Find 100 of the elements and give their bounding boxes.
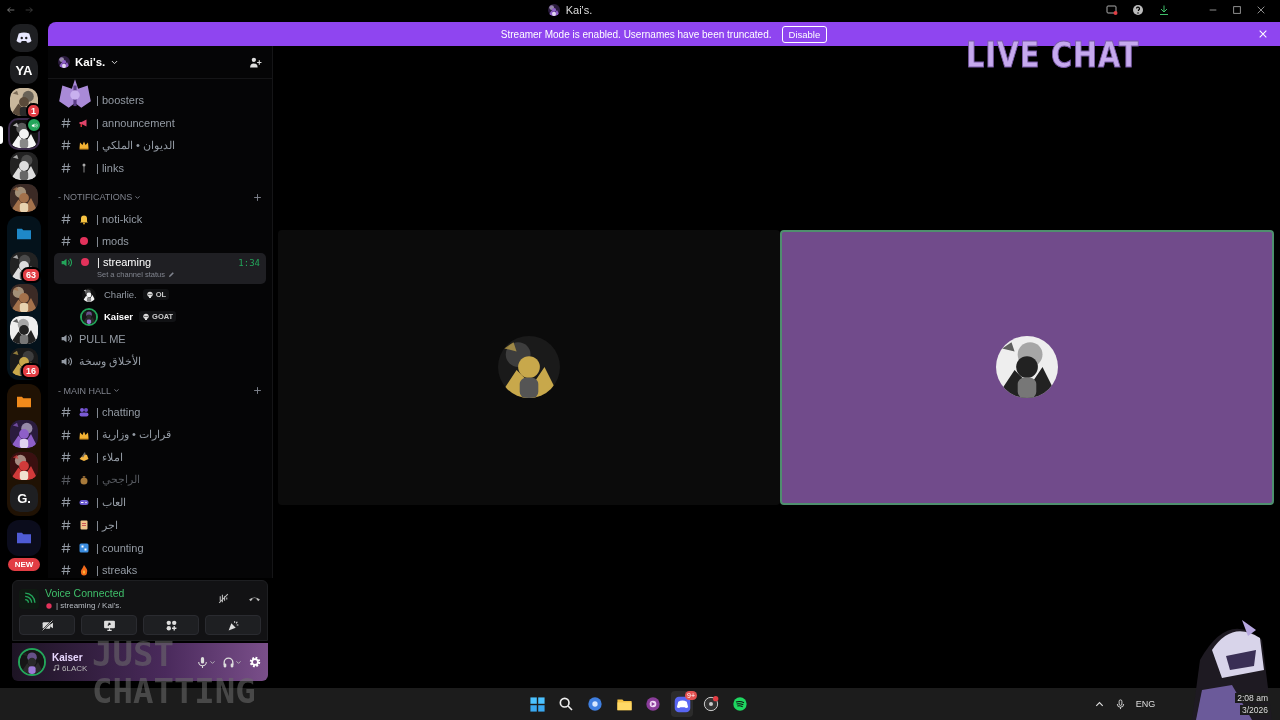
sound-wave-icon (732, 696, 748, 712)
channel-item[interactable]: | املاء (54, 445, 266, 469)
headphones-button[interactable] (222, 655, 242, 669)
channel-item[interactable]: | streaks (54, 558, 266, 578)
channel-item[interactable]: PULL ME (54, 327, 266, 351)
disable-button[interactable]: Disable (781, 25, 828, 43)
selection-indicator (0, 126, 3, 144)
hash-icon (60, 496, 72, 509)
channel-item[interactable]: الأخلاق وسخة (54, 350, 266, 373)
help-icon[interactable] (1132, 4, 1144, 16)
hash-icon (60, 428, 72, 441)
server-icon[interactable] (10, 420, 38, 448)
plus-icon[interactable] (253, 386, 262, 396)
signal-icon (22, 592, 36, 605)
globe-icon (587, 696, 603, 712)
aperture-icon (703, 696, 719, 712)
chevron-down-icon (235, 658, 242, 666)
channel-item[interactable]: | counting (54, 536, 266, 559)
hash-icon (60, 564, 72, 577)
maximize-icon[interactable] (1232, 5, 1242, 15)
overlay-caption: CHATTING (92, 673, 256, 710)
category-header[interactable]: - NOTIFICATIONS (58, 192, 133, 203)
screen-share-button[interactable] (81, 615, 137, 635)
noise-suppression-icon[interactable] (217, 592, 230, 605)
overlay-title: LIVE CHAT (966, 34, 1140, 75)
download-icon[interactable] (1158, 4, 1170, 16)
fire-icon (78, 564, 90, 577)
language-indicator[interactable]: ENG (1135, 699, 1156, 709)
channel-item[interactable]: | العاب (54, 491, 266, 514)
pencil-icon (167, 270, 175, 278)
money-bag-icon (78, 473, 90, 486)
activities-button[interactable] (143, 615, 199, 635)
hash-icon (60, 235, 72, 248)
skull-icon (145, 290, 154, 299)
search-icon (558, 696, 574, 712)
server-icon[interactable] (10, 184, 38, 212)
channel-item[interactable]: | اجر (54, 513, 266, 537)
channel-item[interactable]: | noti-kick (54, 207, 266, 230)
circle-icon (45, 601, 53, 610)
hash-icon (60, 473, 72, 486)
channel-item[interactable]: | announcement (54, 111, 266, 135)
call-timer: 1:34 (238, 257, 260, 268)
soundboard-button[interactable] (205, 615, 261, 635)
banner-message: Streamer Mode is enabled. Usernames have been truncated. (500, 28, 772, 40)
server-icon[interactable] (10, 284, 38, 312)
hash-icon (60, 541, 72, 554)
skull-icon (142, 312, 151, 321)
microphone-button[interactable] (196, 655, 216, 669)
writing-hand-icon (78, 451, 90, 464)
party-popper-icon (226, 618, 240, 632)
screen-record-icon[interactable] (1106, 4, 1118, 16)
microphone-icon[interactable] (1114, 698, 1126, 710)
activities-icon (164, 618, 178, 632)
microphone-icon (196, 655, 209, 669)
server-icon[interactable] (10, 452, 38, 480)
settings-button[interactable] (248, 655, 262, 669)
user-name: Kaiser (52, 651, 84, 663)
invite-icon[interactable] (249, 55, 262, 69)
channel-item[interactable]: | boosters (54, 89, 266, 112)
four-squares-icon (528, 695, 546, 713)
hash-icon (60, 451, 72, 464)
new-badge: NEW (7, 558, 41, 571)
hash-icon (60, 162, 72, 175)
channel-item[interactable]: | الديوان • الملكي (54, 134, 266, 157)
channel-item[interactable]: | قرارات • وزارية (54, 423, 266, 446)
video-tile[interactable] (780, 229, 1274, 505)
clock-time[interactable]: 2:08 am (1235, 693, 1270, 703)
chevron-down-icon (209, 658, 216, 666)
server-icon[interactable]: YA (10, 56, 38, 84)
hash-icon (60, 519, 72, 531)
server-icon[interactable]: G. (10, 484, 38, 512)
circle-icon (78, 235, 90, 248)
screen-share-icon (102, 618, 116, 632)
user-activity: 6LACK (62, 663, 88, 673)
headphones-icon (222, 655, 235, 669)
unread-count: 63 (21, 267, 41, 283)
chevron-down-icon (113, 387, 120, 395)
channel-item[interactable]: | mods (54, 229, 266, 253)
settings-icon (248, 655, 262, 669)
overlay-caption: JUST (92, 636, 174, 673)
channel-item[interactable]: | chatting (54, 400, 266, 424)
camera-off-icon (40, 618, 54, 632)
video-tile[interactable] (278, 229, 780, 505)
server-icon[interactable] (10, 316, 38, 344)
home-button[interactable] (10, 24, 38, 52)
hash-icon (60, 406, 72, 419)
plus-icon[interactable] (253, 192, 262, 202)
server-name[interactable]: Kai's. (75, 56, 106, 68)
voice-location[interactable]: | streaming / Kai's. (56, 601, 122, 610)
channel-item[interactable]: | links (54, 156, 266, 180)
window-title: Kai's. (565, 4, 593, 16)
close-icon[interactable] (1256, 5, 1266, 15)
voice-status[interactable]: Voice Connected (45, 587, 211, 599)
hash-icon (60, 212, 72, 225)
numbers-icon (78, 541, 90, 554)
category-header[interactable]: - MAIN HALL (58, 385, 111, 396)
server-icon[interactable] (10, 152, 38, 180)
camera-off-button[interactable] (19, 615, 75, 635)
hash-icon (60, 139, 72, 152)
clock-date[interactable]: 3/2026 (1240, 705, 1270, 715)
